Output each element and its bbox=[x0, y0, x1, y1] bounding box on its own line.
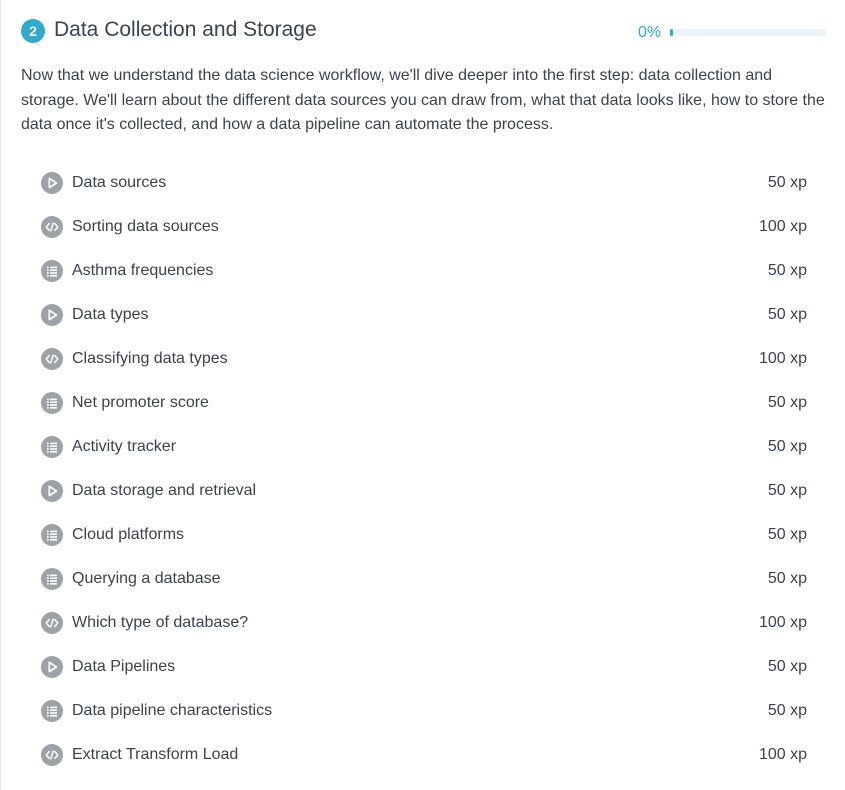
exercise-item[interactable]: Activity tracker 50 xp bbox=[41, 425, 811, 469]
exercise-title: Which type of database? bbox=[72, 614, 249, 631]
exercise-xp: 100 xp bbox=[758, 614, 807, 631]
exercise-xp: 50 xp bbox=[767, 570, 807, 587]
exercise-title: Activity tracker bbox=[72, 438, 177, 455]
progress-percent-label: 0% bbox=[638, 24, 662, 41]
exercise-item[interactable]: Data sources 50 xp bbox=[41, 161, 811, 205]
exercise-title: Data Pipelines bbox=[72, 658, 176, 675]
video-play-icon bbox=[41, 304, 63, 326]
exercise-xp: 100 xp bbox=[758, 218, 807, 235]
exercise-xp: 50 xp bbox=[767, 438, 807, 455]
chapter-description: Now that we understand the data science … bbox=[21, 67, 825, 133]
exercise-xp: 100 xp bbox=[758, 746, 807, 763]
video-play-icon bbox=[41, 480, 63, 502]
exercise-title: Querying a database bbox=[72, 570, 221, 587]
exercise-item[interactable]: Asthma frequencies 50 xp bbox=[41, 249, 811, 293]
exercise-title: Data types bbox=[72, 306, 149, 323]
video-play-icon bbox=[41, 656, 63, 678]
multiple-choice-list-icon bbox=[41, 436, 63, 458]
exercise-title: Classifying data types bbox=[72, 350, 228, 367]
exercise-item[interactable]: Data storage and retrieval 50 xp bbox=[41, 469, 811, 513]
multiple-choice-list-icon bbox=[41, 392, 63, 414]
exercise-title: Sorting data sources bbox=[72, 218, 219, 235]
chapter-section: 2 Data Collection and Storage 0% Now tha… bbox=[0, 0, 845, 790]
exercise-item[interactable]: Data Pipelines 50 xp bbox=[41, 645, 811, 689]
exercise-xp: 50 xp bbox=[767, 394, 807, 411]
exercise-xp: 50 xp bbox=[767, 482, 807, 499]
chapter-progress: 0% bbox=[638, 21, 828, 45]
exercise-title: Extract Transform Load bbox=[72, 746, 239, 763]
progress-bar-fill bbox=[670, 29, 673, 36]
exercise-item[interactable]: Classifying data types 100 xp bbox=[41, 337, 811, 381]
exercise-item[interactable]: Extract Transform Load 100 xp bbox=[41, 733, 811, 777]
exercise-item[interactable]: Data types 50 xp bbox=[41, 293, 811, 337]
exercise-title: Data storage and retrieval bbox=[72, 482, 257, 499]
exercise-item[interactable]: Sorting data sources 100 xp bbox=[41, 205, 811, 249]
multiple-choice-list-icon bbox=[41, 524, 63, 546]
progress-bar-track bbox=[670, 29, 826, 36]
exercise-item[interactable]: Querying a database 50 xp bbox=[41, 557, 811, 601]
chapter-header: 2 Data Collection and Storage 0% bbox=[21, 16, 831, 46]
exercise-xp: 100 xp bbox=[758, 350, 807, 367]
exercise-xp: 50 xp bbox=[767, 702, 807, 719]
code-icon bbox=[41, 612, 63, 634]
multiple-choice-list-icon bbox=[41, 700, 63, 722]
exercise-xp: 50 xp bbox=[767, 306, 807, 323]
chapter-number-badge: 2 bbox=[21, 19, 45, 43]
exercise-item[interactable]: Cloud platforms 50 xp bbox=[41, 513, 811, 557]
code-icon bbox=[41, 216, 63, 238]
exercise-xp: 50 xp bbox=[767, 174, 807, 191]
multiple-choice-list-icon bbox=[41, 260, 63, 282]
exercise-xp: 50 xp bbox=[767, 658, 807, 675]
exercise-title: Data pipeline characteristics bbox=[72, 702, 273, 719]
exercise-xp: 50 xp bbox=[767, 526, 807, 543]
exercise-xp: 50 xp bbox=[767, 262, 807, 279]
exercise-item[interactable]: Which type of database? 100 xp bbox=[41, 601, 811, 645]
exercise-item[interactable]: Data pipeline characteristics 50 xp bbox=[41, 689, 811, 733]
exercise-list: Data sources 50 xp Sorting data sources … bbox=[41, 161, 811, 777]
exercise-title: Net promoter score bbox=[72, 394, 209, 411]
chapter-title[interactable]: Data Collection and Storage bbox=[54, 17, 317, 43]
exercise-item[interactable]: Net promoter score 50 xp bbox=[41, 381, 811, 425]
exercise-title: Cloud platforms bbox=[72, 526, 185, 543]
code-icon bbox=[41, 348, 63, 370]
multiple-choice-list-icon bbox=[41, 568, 63, 590]
video-play-icon bbox=[41, 172, 63, 194]
exercise-title: Asthma frequencies bbox=[72, 262, 214, 279]
code-icon bbox=[41, 744, 63, 766]
exercise-title: Data sources bbox=[72, 174, 167, 191]
